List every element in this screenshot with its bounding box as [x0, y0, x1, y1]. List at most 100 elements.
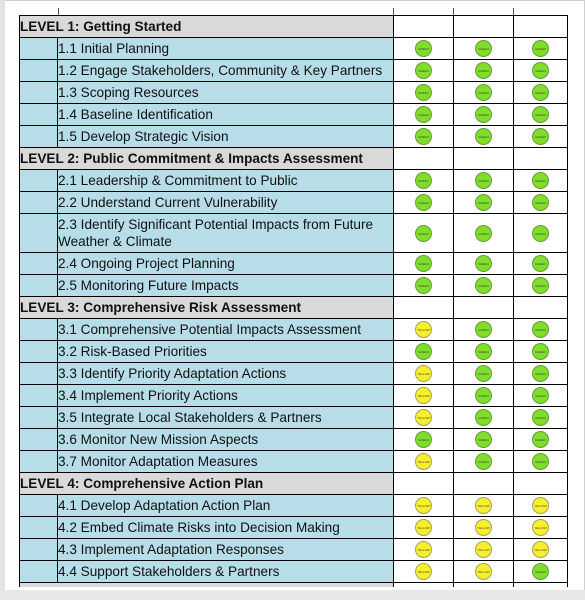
- green-status-indicator-icon: GREEN: [475, 321, 493, 339]
- item-label: 3.2 Risk-Based Priorities: [56, 340, 395, 363]
- item-label: 3.3 Identify Priority Adaptation Actions: [56, 362, 395, 385]
- yellow-status-indicator-icon: YELLOW: [475, 541, 493, 559]
- table-row: 1.4 Baseline Identification GREEN GREEN GRE…: [19, 103, 569, 126]
- item-label: 3.5 Integrate Local Stakeholders & Partn…: [56, 406, 395, 429]
- green-status-indicator-icon: GREEN: [475, 431, 493, 449]
- table-row: 3.7 Monitor Adaptation Measures YELLOW GRE…: [19, 450, 569, 473]
- level-header-row: LEVEL 2: Public Commitment & Impacts Ass…: [18, 147, 569, 170]
- status-cell: YELLOW: [453, 494, 515, 517]
- status-cell: YELLOW: [453, 538, 515, 561]
- yellow-status-indicator-icon: YELLOW: [415, 519, 433, 537]
- green-status-indicator-icon: GREEN: [532, 409, 550, 427]
- table-row: 1.1 Initial Planning GREEN GREEN GREEN: [19, 37, 569, 60]
- status-cell: GREEN: [513, 81, 569, 104]
- yellow-status-indicator-icon: YELLOW: [532, 497, 550, 515]
- yellow-status-indicator-icon: YELLOW: [415, 541, 433, 559]
- status-cell: GREEN: [453, 191, 515, 214]
- status-cell: GREEN: [513, 318, 569, 341]
- status-cell: GREEN: [453, 362, 515, 385]
- level-title: LEVEL 1: Getting Started: [18, 15, 395, 38]
- green-status-indicator-icon: GREEN: [475, 387, 493, 405]
- status-cell: YELLOW: [393, 538, 455, 561]
- level-title: LEVEL 2: Public Commitment & Impacts Ass…: [18, 147, 395, 170]
- status-cell: YELLOW: [393, 494, 455, 517]
- level-header-row: LEVEL 3: Comprehensive Risk Assessment: [18, 296, 569, 319]
- cut-off-cell: [393, 582, 455, 587]
- column-tick: [393, 8, 394, 15]
- cut-off-cell: [513, 582, 569, 587]
- indent-cell: [19, 516, 58, 539]
- item-label: 1.3 Scoping Resources: [56, 81, 395, 104]
- level-header-row: LEVEL 4: Comprehensive Action Plan: [18, 472, 569, 495]
- indent-cell: [19, 103, 58, 126]
- item-label: 4.2 Embed Climate Risks into Decision Ma…: [56, 516, 395, 539]
- green-status-indicator-icon: GREEN: [475, 40, 493, 58]
- table-row: 1.5 Develop Strategic Vision GREEN GREEN GR…: [19, 125, 569, 148]
- indent-cell: [19, 37, 58, 60]
- indent-cell: [19, 384, 58, 407]
- green-status-indicator-icon: GREEN: [475, 128, 493, 146]
- indent-cell: [19, 274, 58, 297]
- status-cell: GREEN: [453, 450, 515, 473]
- table-row: 2.3 Identify Significant Potential Impac…: [19, 213, 569, 253]
- green-status-indicator-icon: GREEN: [532, 321, 550, 339]
- status-cell: GREEN: [513, 362, 569, 385]
- status-cell: GREEN: [453, 252, 515, 275]
- level-status-cell: [513, 15, 569, 38]
- table-row: 3.1 Comprehensive Potential Impacts Asse…: [19, 318, 569, 341]
- bottom-margin: [0, 590, 585, 600]
- status-cell: GREEN: [513, 560, 569, 583]
- status-cell: GREEN: [453, 81, 515, 104]
- item-label: 3.1 Comprehensive Potential Impacts Asse…: [56, 318, 395, 341]
- level-header-row: LEVEL 1: Getting Started: [18, 15, 569, 38]
- green-status-indicator-icon: GREEN: [532, 84, 550, 102]
- indent-cell: [19, 59, 58, 82]
- yellow-status-indicator-icon: YELLOW: [532, 519, 550, 537]
- green-status-indicator-icon: GREEN: [415, 224, 433, 242]
- status-cell: GREEN: [513, 169, 569, 192]
- indent-cell: [19, 494, 58, 517]
- status-cell: GREEN: [453, 318, 515, 341]
- status-cell: YELLOW: [393, 318, 455, 341]
- status-cell: GREEN: [513, 191, 569, 214]
- level-status-cell: [453, 472, 515, 495]
- cut-off-cell: [453, 582, 515, 587]
- level-title: LEVEL 3: Comprehensive Risk Assessment: [18, 296, 395, 319]
- level-status-cell: [453, 15, 515, 38]
- green-status-indicator-icon: GREEN: [415, 194, 433, 212]
- green-status-indicator-icon: GREEN: [532, 277, 550, 295]
- green-status-indicator-icon: GREEN: [532, 194, 550, 212]
- assessment-table: LEVEL 1: Getting Started 1.1 Initial Plan…: [18, 15, 569, 587]
- green-status-indicator-icon: GREEN: [532, 40, 550, 58]
- yellow-status-indicator-icon: YELLOW: [415, 497, 433, 515]
- status-cell: GREEN: [393, 81, 455, 104]
- green-status-indicator-icon: GREEN: [415, 277, 433, 295]
- green-status-indicator-icon: GREEN: [415, 431, 433, 449]
- status-cell: YELLOW: [453, 560, 515, 583]
- level-status-cell: [453, 147, 515, 170]
- level-status-cell: [393, 472, 455, 495]
- indent-cell: [19, 252, 58, 275]
- green-status-indicator-icon: GREEN: [532, 343, 550, 361]
- status-cell: YELLOW: [393, 384, 455, 407]
- table-row: 2.2 Understand Current Vulnerability GREE…: [19, 191, 569, 214]
- item-label: 3.4 Implement Priority Actions: [56, 384, 395, 407]
- status-cell: GREEN: [513, 125, 569, 148]
- status-cell: GREEN: [513, 37, 569, 60]
- green-status-indicator-icon: GREEN: [475, 343, 493, 361]
- table-row: 2.1 Leadership & Commitment to Public GRE…: [19, 169, 569, 192]
- item-label: 1.2 Engage Stakeholders, Community & Key…: [56, 59, 395, 82]
- item-label: 2.3 Identify Significant Potential Impac…: [56, 213, 395, 253]
- green-status-indicator-icon: GREEN: [532, 224, 550, 242]
- green-status-indicator-icon: GREEN: [475, 453, 493, 471]
- table-row: 1.3 Scoping Resources GREEN GREEN GREEN: [19, 81, 569, 104]
- yellow-status-indicator-icon: YELLOW: [415, 563, 433, 581]
- level-status-cell: [393, 296, 455, 319]
- status-cell: GREEN: [393, 59, 455, 82]
- green-status-indicator-icon: GREEN: [532, 255, 550, 273]
- yellow-status-indicator-icon: YELLOW: [415, 453, 433, 471]
- status-cell: GREEN: [453, 406, 515, 429]
- green-status-indicator-icon: GREEN: [475, 255, 493, 273]
- indent-cell: [19, 362, 58, 385]
- green-status-indicator-icon: GREEN: [475, 365, 493, 383]
